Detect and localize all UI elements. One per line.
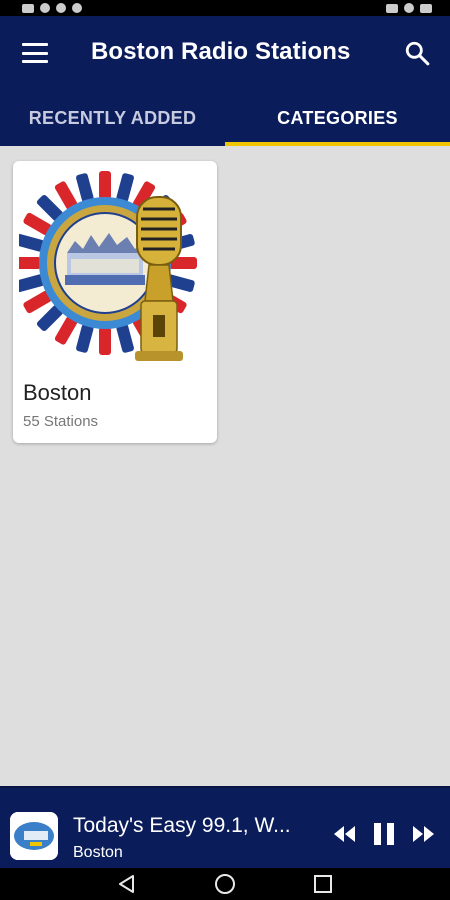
toolbar: Boston Radio Stations (0, 16, 450, 90)
notification-icon (22, 3, 34, 13)
pause-icon[interactable] (372, 822, 396, 846)
tab-bar: RECENTLY ADDED CATEGORIES (0, 90, 450, 146)
notification-icon (72, 3, 82, 13)
station-logo-image (10, 812, 58, 860)
status-bar (0, 0, 450, 16)
nav-back-icon[interactable] (116, 873, 138, 895)
status-icons-right (386, 3, 432, 13)
nav-home-icon[interactable] (214, 873, 236, 895)
tab-categories[interactable]: CATEGORIES (225, 90, 450, 146)
station-count: 55 Stations (23, 413, 99, 430)
status-icons-left (22, 3, 82, 13)
now-playing-title: Today's Easy 99.1, W... (73, 814, 291, 837)
battery-icon (420, 3, 432, 13)
page-title: Boston Radio Stations (91, 38, 351, 65)
category-name: Boston (23, 380, 92, 405)
boston-seal-microphone-image (19, 171, 197, 361)
search-icon[interactable] (404, 40, 430, 66)
tab-recently-added[interactable]: RECENTLY ADDED (0, 90, 225, 146)
category-grid: Boston 55 Stations (0, 146, 450, 786)
alarm-icon (404, 3, 414, 13)
notification-icon (40, 3, 50, 13)
system-nav-bar (0, 868, 450, 900)
station-logo (10, 812, 58, 860)
now-playing-subtitle: Boston (73, 844, 123, 861)
nav-recents-icon[interactable] (312, 873, 334, 895)
category-card-boston[interactable]: Boston 55 Stations (13, 161, 217, 443)
menu-icon[interactable] (22, 43, 48, 63)
signal-icon (386, 3, 398, 13)
mini-player[interactable]: Today's Easy 99.1, W... Boston (0, 786, 450, 868)
app-bar: Boston Radio Stations RECENTLY ADDED CAT… (0, 16, 450, 146)
fast-forward-icon[interactable] (412, 824, 436, 844)
notification-icon (56, 3, 66, 13)
rewind-icon[interactable] (332, 824, 356, 844)
